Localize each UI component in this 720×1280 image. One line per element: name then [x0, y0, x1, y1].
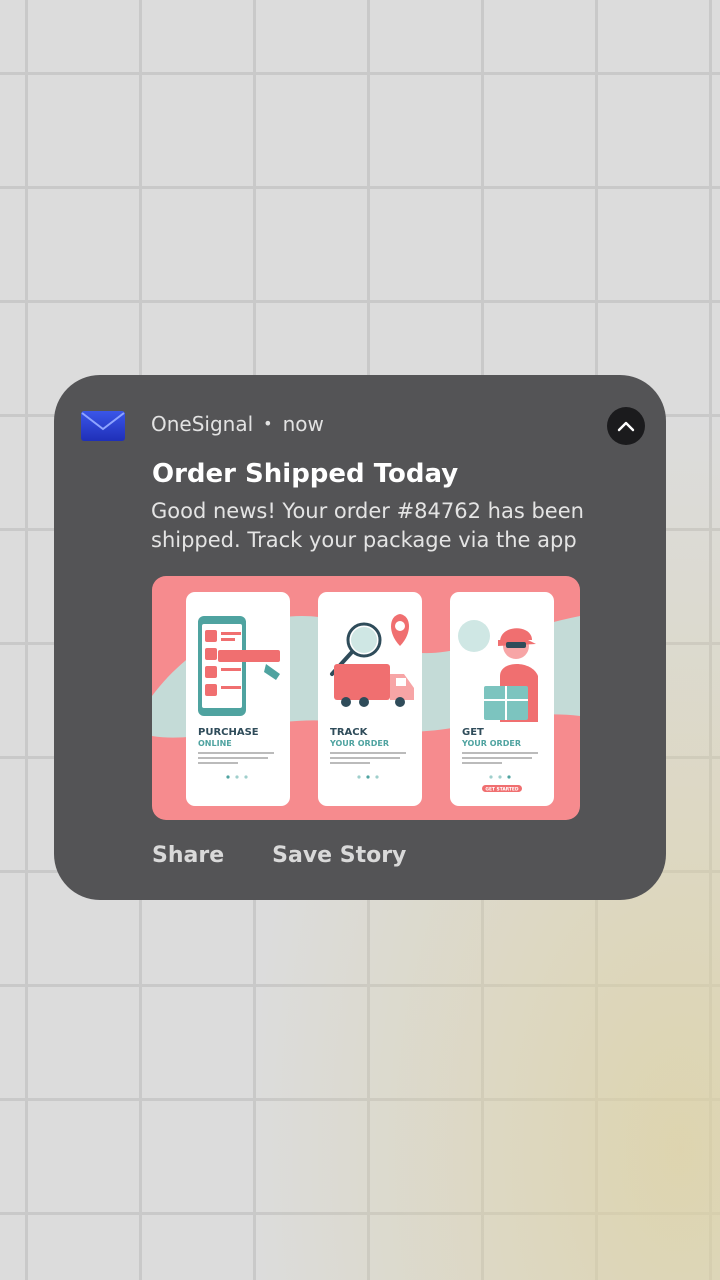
panel-get-title: GET: [462, 727, 484, 738]
notification-title: Order Shipped Today: [152, 459, 459, 489]
panel-purchase-title: PURCHASE: [198, 727, 259, 738]
notification-header: OneSignal • now: [151, 411, 324, 437]
panel-get-subtitle: YOUR ORDER: [461, 739, 521, 748]
panel-purchase-subtitle: ONLINE: [198, 739, 232, 748]
panel-get: GET YOUR ORDER GET STARTED: [450, 592, 554, 806]
panel-track-title: TRACK: [330, 727, 369, 738]
notification-card[interactable]: OneSignal • now Order Shipped Today Good…: [54, 375, 666, 900]
collapse-button[interactable]: [607, 407, 645, 445]
share-button[interactable]: Share: [152, 841, 224, 871]
timestamp: now: [282, 412, 324, 436]
panel-track-subtitle: YOUR ORDER: [329, 739, 389, 748]
notification-body: Good news! Your order #84762 has been sh…: [151, 499, 584, 552]
panel-track: TRACK YOUR ORDER: [318, 592, 422, 806]
get-started-label: GET STARTED: [485, 787, 519, 793]
panel-purchase: PURCHASE ONLINE: [186, 592, 290, 806]
chevron-up-icon: [617, 421, 635, 432]
notification-actions: Share Save Story: [152, 841, 454, 871]
save-story-button[interactable]: Save Story: [272, 841, 406, 871]
separator-dot: •: [263, 414, 273, 433]
envelope-icon: [81, 411, 125, 441]
notification-image[interactable]: PURCHASE ONLINE TRACK YOUR ORDER GET YOU…: [152, 576, 580, 820]
app-name: OneSignal: [151, 412, 254, 436]
